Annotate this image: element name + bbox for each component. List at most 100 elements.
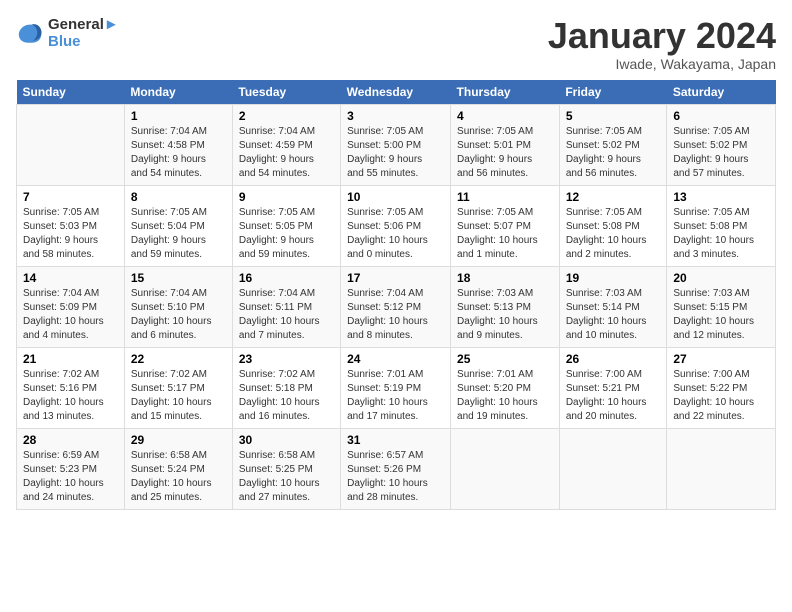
day-number: 23 (239, 352, 334, 366)
day-info: Sunrise: 7:05 AM Sunset: 5:04 PM Dayligh… (131, 206, 226, 262)
day-number: 26 (566, 352, 661, 366)
day-number: 31 (347, 433, 444, 447)
calendar-cell: 8 Sunrise: 7:05 AM Sunset: 5:04 PM Daylig… (124, 185, 232, 266)
calendar-cell: 19Sunrise: 7:03 AM Sunset: 5:14 PM Dayli… (559, 266, 667, 347)
day-number: 7 (23, 190, 118, 204)
calendar-cell: 17 Sunrise: 7:04 AM Sunset: 5:12 PM Dayli… (341, 266, 451, 347)
calendar-cell (17, 104, 125, 185)
day-number: 29 (131, 433, 226, 447)
calendar-cell: 5 Sunrise: 7:05 AM Sunset: 5:02 PM Daylig… (559, 104, 667, 185)
location: Iwade, Wakayama, Japan (548, 56, 776, 72)
day-info: Sunrise: 7:04 AM Sunset: 5:10 PM Dayligh… (131, 287, 226, 343)
logo-text: General► Blue (48, 16, 119, 50)
day-info: Sunrise: 7:04 AM Sunset: 5:11 PM Dayligh… (239, 287, 334, 343)
day-number: 19 (566, 271, 661, 285)
day-number: 27 (673, 352, 769, 366)
calendar-table: SundayMondayTuesdayWednesdayThursdayFrid… (16, 80, 776, 510)
day-info: Sunrise: 7:05 AM Sunset: 5:02 PM Dayligh… (673, 125, 769, 181)
day-info: Sunrise: 7:00 AM Sunset: 5:22 PM Dayligh… (673, 368, 769, 424)
weekday-header-row: SundayMondayTuesdayWednesdayThursdayFrid… (17, 80, 776, 105)
weekday-header-cell: Tuesday (232, 80, 340, 105)
day-info: Sunrise: 7:05 AM Sunset: 5:00 PM Dayligh… (347, 125, 444, 181)
day-info: Sunrise: 7:02 AM Sunset: 5:18 PM Dayligh… (239, 368, 334, 424)
day-info: Sunrise: 7:04 AM Sunset: 5:12 PM Dayligh… (347, 287, 444, 343)
day-number: 6 (673, 109, 769, 123)
day-info: Sunrise: 7:05 AM Sunset: 5:06 PM Dayligh… (347, 206, 444, 262)
day-number: 13 (673, 190, 769, 204)
day-info: Sunrise: 7:04 AM Sunset: 5:09 PM Dayligh… (23, 287, 118, 343)
day-info: Sunrise: 7:03 AM Sunset: 5:13 PM Dayligh… (457, 287, 553, 343)
calendar-cell: 22 Sunrise: 7:02 AM Sunset: 5:17 PM Dayli… (124, 347, 232, 428)
calendar-cell: 3 Sunrise: 7:05 AM Sunset: 5:00 PM Daylig… (341, 104, 451, 185)
day-number: 30 (239, 433, 334, 447)
day-info: Sunrise: 7:04 AM Sunset: 4:58 PM Dayligh… (131, 125, 226, 181)
day-info: Sunrise: 7:03 AM Sunset: 5:15 PM Dayligh… (673, 287, 769, 343)
day-info: Sunrise: 7:05 AM Sunset: 5:08 PM Dayligh… (673, 206, 769, 262)
day-info: Sunrise: 6:57 AM Sunset: 5:26 PM Dayligh… (347, 449, 444, 505)
calendar-body: 1 Sunrise: 7:04 AM Sunset: 4:58 PM Daylig… (17, 104, 776, 509)
calendar-cell: 15Sunrise: 7:04 AM Sunset: 5:10 PM Dayli… (124, 266, 232, 347)
weekday-header-cell: Sunday (17, 80, 125, 105)
day-info: Sunrise: 7:00 AM Sunset: 5:21 PM Dayligh… (566, 368, 661, 424)
day-number: 10 (347, 190, 444, 204)
day-number: 22 (131, 352, 226, 366)
day-info: Sunrise: 7:05 AM Sunset: 5:07 PM Dayligh… (457, 206, 553, 262)
day-info: Sunrise: 7:05 AM Sunset: 5:03 PM Dayligh… (23, 206, 118, 262)
day-info: Sunrise: 7:02 AM Sunset: 5:17 PM Dayligh… (131, 368, 226, 424)
day-number: 24 (347, 352, 444, 366)
calendar-cell: 18 Sunrise: 7:03 AM Sunset: 5:13 PM Dayli… (451, 266, 560, 347)
calendar-cell: 10 Sunrise: 7:05 AM Sunset: 5:06 PM Dayli… (341, 185, 451, 266)
calendar-cell (451, 428, 560, 509)
day-number: 16 (239, 271, 334, 285)
calendar-cell: 31 Sunrise: 6:57 AM Sunset: 5:26 PM Dayli… (341, 428, 451, 509)
day-info: Sunrise: 7:01 AM Sunset: 5:19 PM Dayligh… (347, 368, 444, 424)
calendar-cell: 21Sunrise: 7:02 AM Sunset: 5:16 PM Dayli… (17, 347, 125, 428)
day-number: 18 (457, 271, 553, 285)
calendar-cell: 13 Sunrise: 7:05 AM Sunset: 5:08 PM Dayli… (667, 185, 776, 266)
calendar-cell: 6 Sunrise: 7:05 AM Sunset: 5:02 PM Daylig… (667, 104, 776, 185)
calendar-cell: 30 Sunrise: 6:58 AM Sunset: 5:25 PM Dayli… (232, 428, 340, 509)
day-info: Sunrise: 6:59 AM Sunset: 5:23 PM Dayligh… (23, 449, 118, 505)
day-number: 5 (566, 109, 661, 123)
day-number: 20 (673, 271, 769, 285)
weekday-header-cell: Saturday (667, 80, 776, 105)
calendar-cell: 26 Sunrise: 7:00 AM Sunset: 5:21 PM Dayli… (559, 347, 667, 428)
day-number: 12 (566, 190, 661, 204)
calendar-cell: 9 Sunrise: 7:05 AM Sunset: 5:05 PM Daylig… (232, 185, 340, 266)
calendar-cell: 1 Sunrise: 7:04 AM Sunset: 4:58 PM Daylig… (124, 104, 232, 185)
weekday-header-cell: Friday (559, 80, 667, 105)
day-number: 3 (347, 109, 444, 123)
calendar-cell (667, 428, 776, 509)
day-number: 14 (23, 271, 118, 285)
day-number: 1 (131, 109, 226, 123)
calendar-week-row: 1 Sunrise: 7:04 AM Sunset: 4:58 PM Daylig… (17, 104, 776, 185)
weekday-header-cell: Monday (124, 80, 232, 105)
calendar-week-row: 14 Sunrise: 7:04 AM Sunset: 5:09 PM Dayli… (17, 266, 776, 347)
day-info: Sunrise: 7:05 AM Sunset: 5:08 PM Dayligh… (566, 206, 661, 262)
weekday-header-cell: Wednesday (341, 80, 451, 105)
day-number: 28 (23, 433, 118, 447)
day-number: 11 (457, 190, 553, 204)
calendar-cell: 20 Sunrise: 7:03 AM Sunset: 5:15 PM Dayli… (667, 266, 776, 347)
day-info: Sunrise: 6:58 AM Sunset: 5:25 PM Dayligh… (239, 449, 334, 505)
weekday-header-cell: Thursday (451, 80, 560, 105)
title-block: January 2024 Iwade, Wakayama, Japan (548, 16, 776, 72)
month-title: January 2024 (548, 16, 776, 56)
calendar-cell: 2Sunrise: 7:04 AM Sunset: 4:59 PM Daylig… (232, 104, 340, 185)
calendar-cell: 28 Sunrise: 6:59 AM Sunset: 5:23 PM Dayli… (17, 428, 125, 509)
calendar-week-row: 21Sunrise: 7:02 AM Sunset: 5:16 PM Dayli… (17, 347, 776, 428)
calendar-cell: 16 Sunrise: 7:04 AM Sunset: 5:11 PM Dayli… (232, 266, 340, 347)
day-number: 8 (131, 190, 226, 204)
day-info: Sunrise: 7:05 AM Sunset: 5:05 PM Dayligh… (239, 206, 334, 262)
day-number: 21 (23, 352, 118, 366)
day-number: 9 (239, 190, 334, 204)
calendar-cell (559, 428, 667, 509)
calendar-cell: 14 Sunrise: 7:04 AM Sunset: 5:09 PM Dayli… (17, 266, 125, 347)
calendar-cell: 27 Sunrise: 7:00 AM Sunset: 5:22 PM Dayli… (667, 347, 776, 428)
day-info: Sunrise: 7:01 AM Sunset: 5:20 PM Dayligh… (457, 368, 553, 424)
calendar-cell: 7 Sunrise: 7:05 AM Sunset: 5:03 PM Daylig… (17, 185, 125, 266)
day-info: Sunrise: 7:05 AM Sunset: 5:01 PM Dayligh… (457, 125, 553, 181)
day-number: 17 (347, 271, 444, 285)
calendar-cell: 12 Sunrise: 7:05 AM Sunset: 5:08 PM Dayli… (559, 185, 667, 266)
day-info: Sunrise: 7:05 AM Sunset: 5:02 PM Dayligh… (566, 125, 661, 181)
